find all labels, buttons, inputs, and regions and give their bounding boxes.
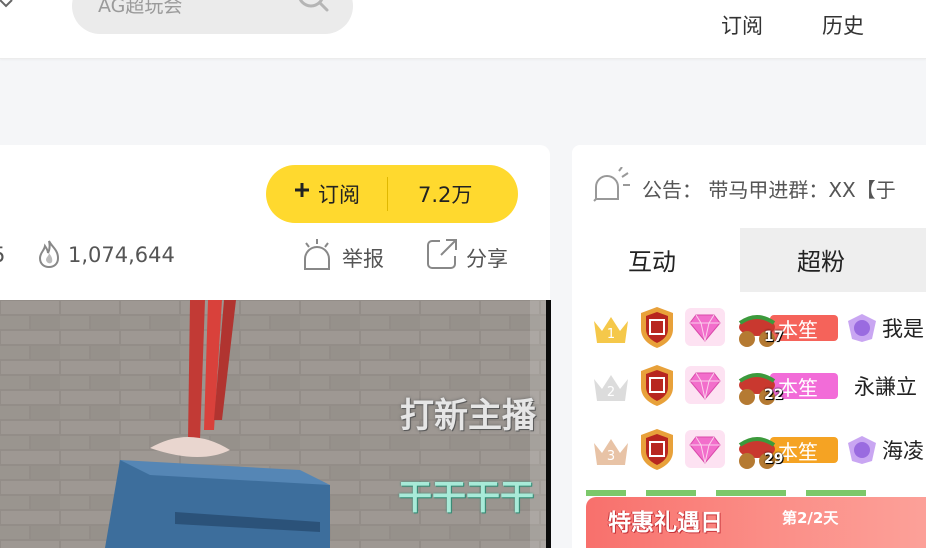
top-bar: 订阅 历史 [0, 0, 926, 59]
tab-interaction-label: 互动 [628, 248, 676, 276]
diamond-badge-icon [685, 366, 725, 404]
crown-rank-icon: 1 [594, 317, 628, 343]
nav-subscribe-label: 订阅 [721, 14, 763, 38]
tab-super-fans-label: 超粉 [797, 248, 845, 276]
tab-super-fans[interactable]: 超粉 [740, 228, 926, 292]
nav-history[interactable]: 历史 [812, 0, 874, 58]
share-label[interactable]: 分享 [466, 243, 508, 273]
promo-day: 第2/2天 [782, 509, 839, 527]
video-overlay-title: 打新主播 [400, 396, 536, 436]
report-icon[interactable] [301, 237, 333, 271]
subscribe-button[interactable]: 订阅 7.2万 [266, 165, 518, 223]
rank-number: 3 [607, 449, 615, 464]
subscribe-label: 订阅 [318, 183, 360, 207]
fan-badge: 本笙 17 [734, 313, 846, 347]
fan-badge-name: 本笙 [778, 440, 818, 464]
diamond-badge-icon [685, 430, 725, 468]
tab-interaction[interactable]: 互动 [572, 228, 740, 292]
guard-icon [848, 314, 876, 342]
search-box [72, 0, 353, 34]
ranking-row[interactable]: 1 本笙 17 我是 [572, 305, 926, 361]
video-edge [546, 300, 551, 548]
announcement-text: 公告： 带马甲进群：XX【于 [642, 178, 896, 202]
danmaku-text: 干干干干 [398, 478, 534, 518]
nav-subscribe[interactable]: 订阅 [712, 0, 772, 58]
share-icon[interactable] [426, 238, 458, 270]
crown-rank-icon: 2 [594, 375, 628, 401]
ranking-row[interactable]: 3 本笙 29 海凌 [572, 427, 926, 483]
rank-number: 1 [607, 327, 615, 342]
fan-level: 17 [764, 329, 784, 345]
nav-history-label: 历史 [822, 14, 864, 38]
diamond-badge-icon [685, 308, 725, 346]
right-panel: 公告： 带马甲进群：XX【于 互动 超粉 1 本笙 17 我是 2 本笙 22 … [572, 145, 926, 548]
fan-badge-name: 本笙 [778, 376, 818, 400]
room-stat-fragment: 5 [0, 243, 5, 267]
fan-level: 29 [764, 451, 784, 467]
promo-title: 特惠礼遇日 [608, 510, 723, 536]
noble-shield-icon [641, 429, 673, 470]
chevron-down-icon[interactable] [0, 0, 14, 8]
fan-badge: 本笙 22 [734, 371, 846, 405]
heat-flame-icon [38, 240, 60, 269]
username[interactable]: 我是 [882, 313, 924, 343]
promo-banner[interactable]: 特惠礼遇日 第2/2天 [586, 497, 926, 548]
announcement-bell-icon [593, 167, 630, 202]
plus-icon [295, 183, 309, 197]
username[interactable]: 永謙立 [854, 371, 917, 401]
report-label[interactable]: 举报 [342, 243, 384, 273]
search-input[interactable] [96, 0, 290, 18]
guard-icon [848, 436, 876, 464]
panel-tabs: 互动 超粉 [572, 228, 926, 292]
fan-badge-name: 本笙 [778, 318, 818, 342]
heat-value: 1,074,644 [68, 243, 175, 267]
noble-shield-icon [641, 307, 673, 348]
subscribe-divider [387, 177, 388, 211]
search-icon[interactable] [293, 0, 333, 14]
fan-badge: 本笙 29 [734, 435, 846, 469]
ranking-row[interactable]: 2 本笙 22 永謙立 [572, 363, 926, 419]
fan-level: 22 [764, 387, 784, 403]
noble-shield-icon [641, 365, 673, 406]
subscriber-count: 7.2万 [418, 183, 473, 207]
crown-rank-icon: 3 [594, 439, 628, 465]
rank-number: 2 [607, 385, 615, 400]
username[interactable]: 海凌 [882, 435, 924, 465]
